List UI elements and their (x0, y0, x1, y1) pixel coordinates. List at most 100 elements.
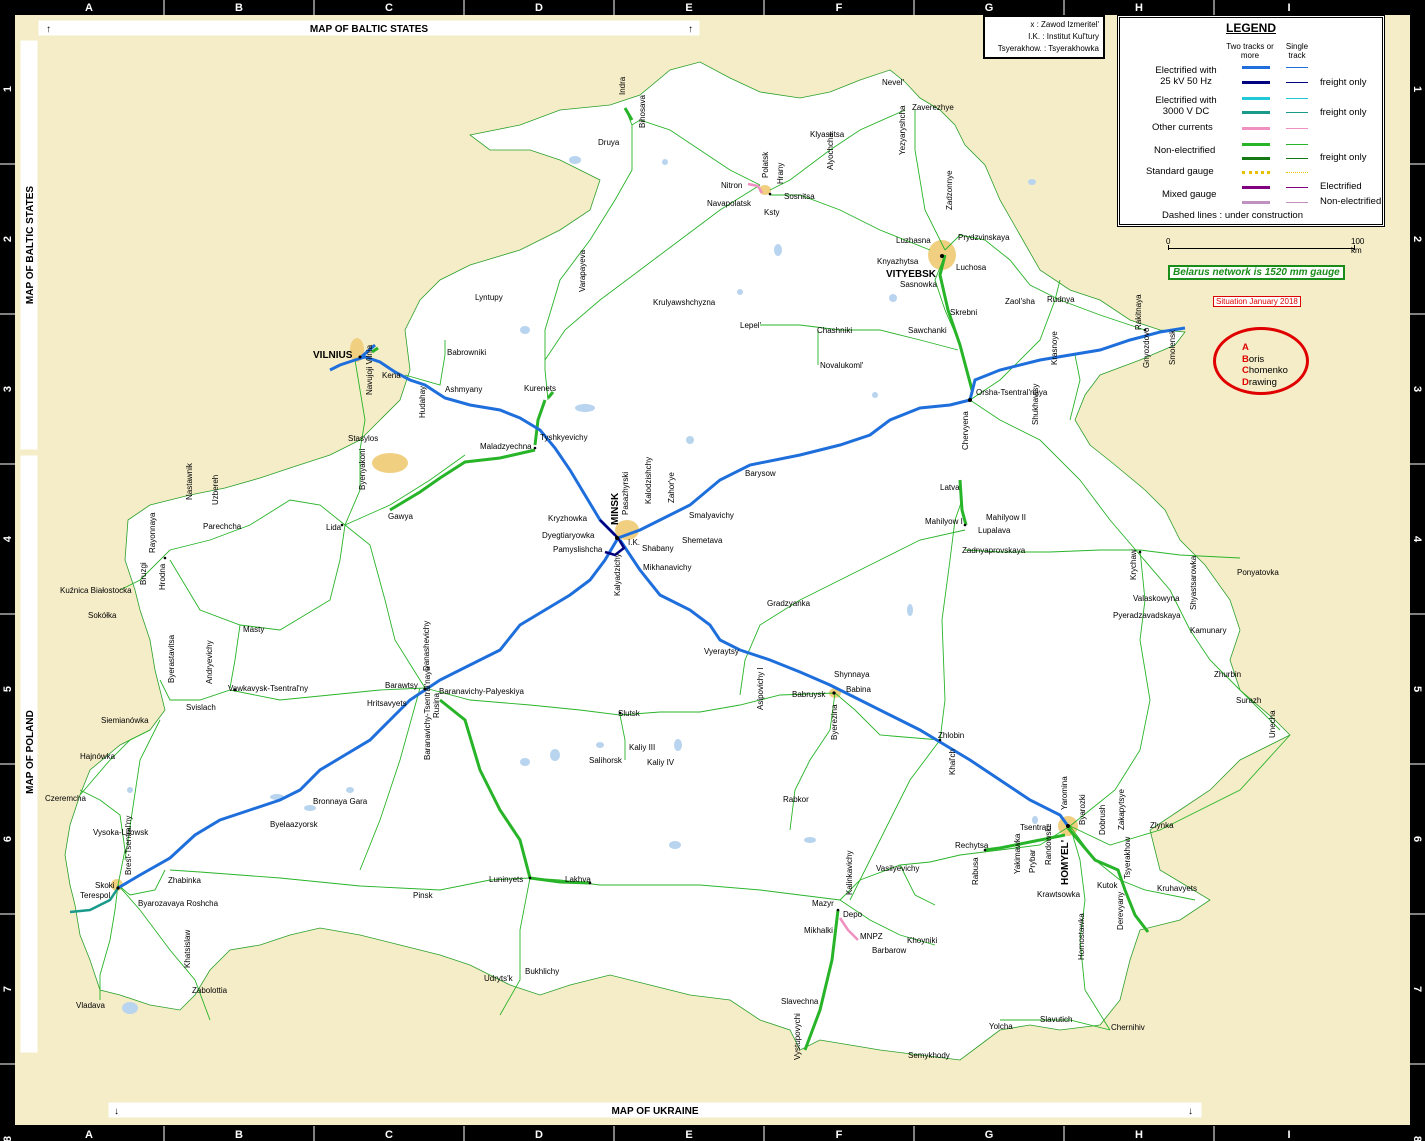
place-label: Kalodzishchy (644, 457, 653, 504)
place-label: Krulyawshchyzna (653, 298, 716, 307)
place-label: Bukhlichy (525, 967, 559, 976)
place-label: Rabkor (783, 795, 809, 804)
place-label: Babina (846, 685, 871, 694)
place-label: Baranavichy-Tsentral'naya (423, 666, 432, 760)
place-label: Mahilyow I (925, 517, 963, 526)
legend-label-mixed: Mixed gauge (1162, 189, 1217, 200)
place-label: Bruzgi (139, 562, 148, 585)
banner-top: MAP OF BALTIC STATES (310, 24, 428, 35)
place-label: Smolensk (1168, 329, 1177, 365)
place-label: Hrany (776, 163, 785, 184)
place-label: Rechytsa (955, 841, 989, 850)
legend-label-non-electrified: Non-electrified (1154, 145, 1216, 156)
place-label: Sokółka (88, 611, 117, 620)
place-label: Mikhanavichy (643, 563, 691, 572)
place-label: Slutsk (618, 709, 641, 718)
abbreviations-box: x : Zawod Izmeritel' I.K. : Institut Kul… (983, 15, 1105, 59)
place-label: Chervyena (961, 411, 970, 450)
place-label: Khatsislaw (183, 930, 192, 968)
grid-column-label: B (235, 1129, 243, 1141)
grid-column-label: F (836, 1129, 843, 1141)
place-label: Unecha (1268, 710, 1277, 738)
abbreviation-item: Tsyerakhow. : Tsyerakhowka (997, 44, 1099, 53)
place-label: Navapolatsk (707, 199, 752, 208)
place-label: Krawtsowka (1037, 890, 1081, 899)
place-label: Pamyslishcha (553, 545, 603, 554)
place-label: Pyeradzavadskaya (1113, 611, 1181, 620)
place-label: Latva (940, 483, 960, 492)
grid-column-label: E (685, 2, 692, 14)
place-label: Vyeraytsy (704, 647, 739, 656)
place-label: Semykhody (908, 1051, 950, 1060)
place-label: Vysoka-Litowsk (93, 828, 149, 837)
place-label: Byerezina (830, 704, 839, 740)
banner-left-bottom: MAP OF POLAND (25, 710, 36, 794)
place-label: Mikhalki (804, 926, 833, 935)
grid-column-label: C (385, 2, 393, 14)
place-label: Shemetava (682, 536, 723, 545)
svg-text:↓: ↓ (1188, 1106, 1193, 1117)
city-homyel: HOMYEL' (1060, 840, 1071, 885)
legend-label-3000v: Electrified with 3000 V DC (1155, 95, 1217, 117)
place-label: Kurenets (524, 384, 556, 393)
place-label: Smalyavichy (689, 511, 734, 520)
place-label: Slavechna (781, 997, 819, 1006)
credit-line: A (1242, 342, 1249, 353)
place-label: Derevyany (1116, 892, 1125, 930)
place-label: Polatsk (761, 151, 770, 178)
place-label: Rabusa (971, 857, 980, 885)
place-label: Byerastavitsa (167, 634, 176, 683)
place-label: Vladava (76, 1001, 105, 1010)
place-label: Barbarow (872, 946, 906, 955)
credit-line: Drawing (1242, 376, 1277, 388)
place-label: Mahilyow II (986, 513, 1026, 522)
banner-bottom: MAP OF UKRAINE (611, 1106, 698, 1117)
place-label: Indra (618, 76, 627, 95)
place-label: Brest-Tsentral'ny (124, 816, 133, 875)
place-label: Kuźnica Białostocka (60, 586, 132, 595)
grid-column-label: C (385, 1129, 393, 1141)
place-label: Barawtsy (385, 681, 418, 690)
place-label: Zaverezhye (912, 103, 954, 112)
place-label: Uzbereh (211, 475, 220, 505)
place-label: Yakimawka (1013, 833, 1022, 874)
place-label: Navujoji Vilnia (365, 344, 374, 395)
place-label: Sasnowka (900, 280, 937, 289)
place-label: Asipovichy I (756, 667, 765, 710)
place-label: Krychaw (1129, 549, 1138, 580)
place-label: Zlynka (1150, 821, 1174, 830)
place-label: Hajnówka (80, 752, 116, 761)
grid-row-label: 4 (2, 535, 14, 542)
author-credit: A Boris Chomenko Drawing (1213, 327, 1309, 395)
place-label: Vasilyevichy (876, 864, 919, 873)
grid-row-label: 8 (1411, 1136, 1423, 1141)
place-label: Bronnaya Gara (313, 797, 368, 806)
place-label: Ashmyany (445, 385, 482, 394)
scale-end: 100 km (1351, 237, 1365, 255)
place-label: Druya (598, 138, 620, 147)
svg-text:↓: ↓ (114, 1106, 119, 1117)
grid-row-label: 8 (2, 1136, 14, 1141)
place-label: Barysow (745, 469, 776, 478)
place-label: Maladzyechna (480, 442, 532, 451)
place-label: Zhlobin (938, 731, 964, 740)
place-label: Slavutich (1040, 1015, 1072, 1024)
place-label: Tsyerakhow (1123, 837, 1132, 879)
grid-column-label: A (85, 2, 93, 14)
place-label: Skoki (95, 881, 115, 890)
place-label: Lyntupy (475, 293, 503, 302)
place-label: Masty (243, 625, 264, 634)
place-label: Byarozki (1078, 794, 1087, 825)
place-label: Vystupovychi (793, 1013, 802, 1060)
place-label: Kaliy IV (647, 758, 675, 767)
city-minsk: MINSK (610, 492, 621, 525)
legend-freight-3000v: freight only (1320, 107, 1367, 118)
place-label: Yaromina (1060, 776, 1069, 810)
place-label: Luninyets (489, 875, 523, 884)
place-label: Salihorsk (589, 756, 623, 765)
legend-mixed-electrified: Electrified (1320, 181, 1362, 192)
place-label: Chashniki (817, 326, 852, 335)
grid-row-label: 4 (1411, 536, 1423, 543)
place-label: Byenyakoni (358, 448, 367, 490)
grid-column-label: F (836, 2, 843, 14)
